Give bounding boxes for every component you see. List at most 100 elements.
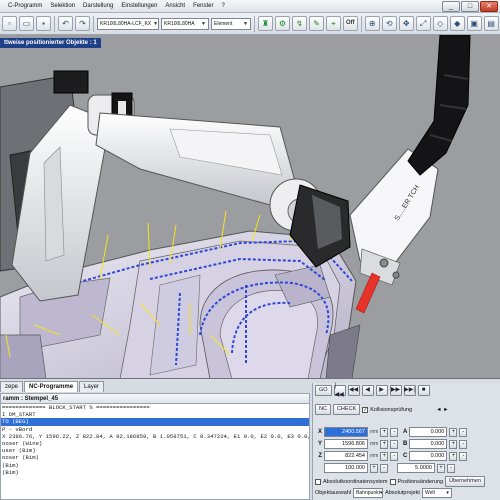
code-line[interactable]: X 2386.76, Y 1596.22, Z 822.84, A 92.186… [1, 433, 309, 440]
rotate-icon[interactable]: ⟲ [381, 16, 397, 31]
fit-icon[interactable]: ⤢ [415, 16, 431, 31]
apply-button[interactable]: Übernehmen [445, 476, 485, 487]
coord-input-b[interactable]: 0.000 [409, 439, 448, 449]
unit-label: mm [370, 441, 379, 447]
nc-program-listing[interactable]: ============= BLOCK_START % ============… [0, 404, 310, 500]
increment-button[interactable]: + [380, 427, 389, 437]
increment-button[interactable]: + [437, 463, 445, 473]
menu-ansicht[interactable]: Ansicht [161, 0, 189, 13]
absolute-coords-checkbox[interactable] [315, 478, 321, 485]
go-button[interactable]: GO [315, 385, 332, 396]
angle-step-input[interactable]: 5.0000 [397, 463, 435, 473]
tab-gruppe[interactable]: zepe [0, 381, 24, 392]
view-front-icon[interactable]: ▣ [466, 16, 482, 31]
toolbar-divider [360, 15, 362, 32]
code-line[interactable] [1, 483, 309, 490]
view-top-icon[interactable]: ▤ [483, 16, 499, 31]
increment-button[interactable]: + [380, 439, 389, 449]
skip-start-icon[interactable]: |◀◀ [333, 383, 346, 398]
decrement-button[interactable]: - [447, 463, 455, 473]
increment-button[interactable]: + [370, 463, 378, 473]
decrement-button[interactable]: - [390, 451, 399, 461]
code-line[interactable]: ============= BLOCK_START % ============… [1, 404, 309, 411]
coord-input-z[interactable]: 822.454 [324, 451, 368, 461]
increment-button[interactable]: + [449, 427, 458, 437]
robot-icon[interactable]: ♜ [258, 16, 273, 31]
coord-input-c[interactable]: 0.000 [409, 451, 448, 461]
check-button[interactable]: CHECK [332, 404, 361, 415]
undo-icon[interactable]: ↶ [58, 16, 73, 31]
stop-icon[interactable]: ■ [417, 385, 430, 396]
code-line[interactable]: TO (BEG) [1, 418, 309, 426]
increment-button[interactable]: + [449, 439, 458, 449]
step-back-icon[interactable]: ◀ [361, 385, 374, 396]
coord-input-y[interactable]: 1596.806 [324, 439, 368, 449]
rewind-icon[interactable]: ◀◀ [347, 385, 360, 396]
code-line[interactable]: P - vBord [1, 426, 309, 433]
motion-control-panel: GO |◀◀ ◀◀ ◀ ▶ ▶▶ ▶▶| ■ NC CHECK ✓ Kollis… [312, 383, 500, 500]
coord-label-c: C [403, 453, 408, 459]
decrement-button[interactable]: - [459, 427, 468, 437]
gripper-icon[interactable]: ⚙ [275, 16, 290, 31]
shaded-icon[interactable]: ◆ [449, 16, 465, 31]
off-button[interactable]: Off [343, 16, 358, 31]
menu-help[interactable]: ? [217, 0, 228, 13]
code-line[interactable]: user (Bim) [1, 447, 309, 454]
decrement-button[interactable]: - [380, 463, 388, 473]
save-icon[interactable]: ▪ [36, 16, 51, 31]
decrement-button[interactable]: - [390, 439, 399, 449]
laser-head: S.....ER TCH [349, 148, 439, 314]
close-button[interactable]: ✕ [480, 1, 498, 12]
robot-select-2-value: KR100L80HA [164, 20, 195, 27]
coord-input-x[interactable]: 2400.567 [324, 427, 368, 437]
fast-forward-icon[interactable]: ▶▶ [389, 385, 402, 396]
menu-selektion[interactable]: Selektion [46, 0, 79, 13]
skip-end-icon[interactable]: ▶▶| [403, 385, 416, 396]
code-line[interactable] [1, 490, 309, 497]
panel-tabs: zepe NC-Programme Layer [0, 381, 105, 392]
code-line[interactable]: (Bim) [1, 469, 309, 476]
redo-icon[interactable]: ↷ [75, 16, 90, 31]
decrement-button[interactable]: - [459, 451, 468, 461]
code-line[interactable]: I DM_START [1, 411, 309, 418]
pan-icon[interactable]: ✥ [398, 16, 414, 31]
wireframe-icon[interactable]: ◇ [432, 16, 448, 31]
nc-button[interactable]: NC [315, 404, 331, 415]
robot-select-1[interactable]: KR100L80HA-LCF_KX ▼ [97, 17, 159, 30]
3d-viewport[interactable]: S.....ER TCH ttweise positionierter Obje… [0, 35, 500, 379]
menu-einstellungen[interactable]: Einstellungen [117, 0, 161, 13]
decrement-button[interactable]: - [459, 439, 468, 449]
new-file-icon[interactable]: ▫ [2, 16, 17, 31]
collision-checkbox[interactable]: ✓ [362, 406, 369, 413]
tab-layer[interactable]: Layer [79, 381, 105, 392]
code-line[interactable]: ooser (Wine) [1, 440, 309, 447]
zoom-icon[interactable]: ⊕ [364, 16, 380, 31]
open-folder-icon[interactable]: ▭ [19, 16, 34, 31]
menu-fenster[interactable]: Fenster [189, 0, 217, 13]
minimize-button[interactable]: _ [442, 1, 460, 12]
tool-icon[interactable]: ✎ [309, 16, 324, 31]
increment-button[interactable]: + [380, 451, 389, 461]
frame-icon[interactable]: ⌖ [326, 16, 341, 31]
code-line[interactable]: (Bim) [1, 462, 309, 469]
code-line[interactable] [1, 476, 309, 483]
welt-select[interactable]: Welt ▾ [421, 488, 452, 498]
menu-darstellung[interactable]: Darstellung [79, 0, 117, 13]
code-line[interactable]: ooser (Bim) [1, 454, 309, 461]
step-input[interactable]: 100.000 [324, 463, 368, 473]
position-change-checkbox[interactable] [389, 478, 396, 485]
menu-programm[interactable]: C-Programm [4, 0, 46, 13]
chevron-down-icon: ▾ [446, 490, 449, 496]
element-select[interactable]: Element ▼ [211, 17, 251, 30]
increment-button[interactable]: + [449, 451, 458, 461]
bahnpunkt-select[interactable]: Bahnpunkt ▾ [353, 488, 384, 498]
objektauswahl-label: Objektauswahl [315, 490, 352, 496]
robot-select-2[interactable]: KR100L80HA ▼ [161, 17, 209, 30]
path-icon[interactable]: ↯ [292, 16, 307, 31]
maximize-button[interactable]: □ [461, 1, 479, 12]
decrement-button[interactable]: - [390, 427, 399, 437]
tab-nc-programme[interactable]: NC-Programme [24, 381, 79, 392]
play-icon[interactable]: ▶ [375, 385, 388, 396]
coord-input-a[interactable]: 0.000 [409, 427, 448, 437]
coord-row-x: X 2400.567 mm + - A 0.000 + - [315, 427, 468, 437]
